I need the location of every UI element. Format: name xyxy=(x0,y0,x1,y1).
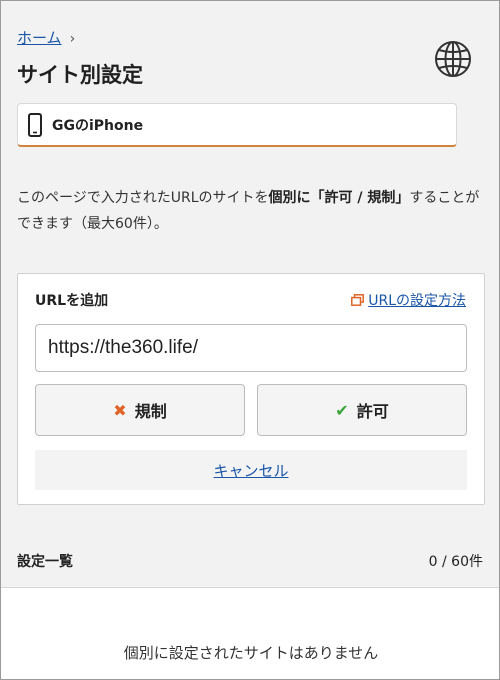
breadcrumb-home-link[interactable]: ホーム xyxy=(17,29,62,47)
page-description: このページで入力されたURLのサイトを個別に「許可 / 規制」することができます… xyxy=(17,185,483,237)
cancel-bar: キャンセル xyxy=(35,450,467,490)
chevron-right-icon: › xyxy=(69,31,76,47)
description-text: このページで入力されたURLのサイトを xyxy=(17,190,269,206)
check-icon: ✔ xyxy=(335,400,349,420)
breadcrumb: ホーム › xyxy=(17,27,75,48)
allow-button-label: 許可 xyxy=(356,402,389,421)
site-settings-screen: ホーム › サイト別設定 GGのiPhone このページで入力されたURLのサイト… xyxy=(0,0,500,680)
settings-list-title: 設定一覧 xyxy=(17,554,73,570)
url-howto-link[interactable]: URLの設定方法 xyxy=(351,290,466,310)
device-name: GGのiPhone xyxy=(52,117,144,134)
device-selector[interactable]: GGのiPhone xyxy=(17,103,457,147)
allow-button[interactable]: ✔ 許可 xyxy=(257,384,467,436)
smartphone-icon xyxy=(28,112,42,137)
page-title: サイト別設定 xyxy=(17,63,143,87)
block-button-label: 規制 xyxy=(134,402,167,421)
empty-list-message: 個別に設定されたサイトはありません xyxy=(123,644,379,662)
x-icon: ✖ xyxy=(113,400,127,420)
globe-icon[interactable] xyxy=(433,39,473,79)
description-emphasis: 個別に xyxy=(268,190,311,206)
external-window-icon xyxy=(351,294,365,306)
settings-list-count: 0 / 60件 xyxy=(428,554,483,570)
add-url-card: URLを追加 URLの設定方法 ✖ 規制 ✔ 許可 キャンセル xyxy=(17,273,485,505)
block-button[interactable]: ✖ 規制 xyxy=(35,384,245,436)
description-emphasis-permit-block: 「許可 / 規制」 xyxy=(310,190,410,206)
settings-list: 個別に設定されたサイトはありません xyxy=(1,587,499,679)
url-input[interactable] xyxy=(35,324,467,372)
url-howto-text[interactable]: URLの設定方法 xyxy=(368,290,466,310)
add-url-label: URLを追加 xyxy=(35,293,109,309)
cancel-link[interactable]: キャンセル xyxy=(213,460,288,481)
